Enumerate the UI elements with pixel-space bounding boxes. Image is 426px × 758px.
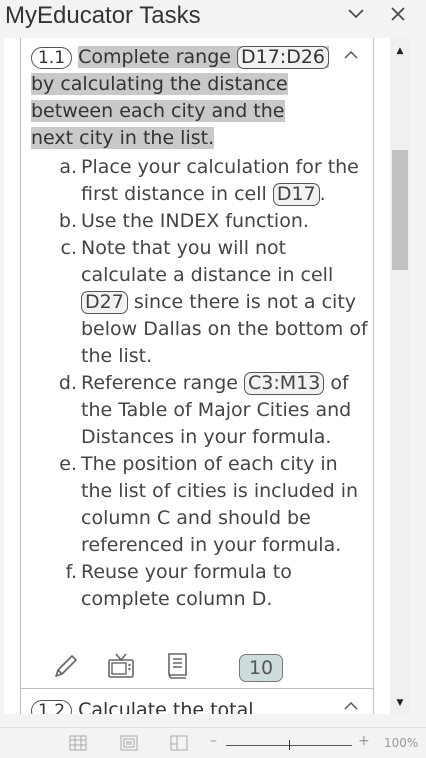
task-actions: 10: [49, 650, 369, 686]
chevron-up-icon[interactable]: [343, 48, 359, 64]
zoom-in-button[interactable]: +: [358, 733, 370, 749]
page-break-view-icon[interactable]: [170, 735, 188, 751]
step-item: f. Reuse your formula to complete column…: [65, 561, 292, 610]
step-item: a. Place your calculation for the first …: [59, 156, 359, 206]
heading-text: Calculate the total: [78, 699, 254, 714]
zoom-slider-handle[interactable]: [289, 740, 290, 750]
points-badge: 10: [239, 654, 283, 682]
book-icon[interactable]: [161, 650, 193, 682]
scroll-up-arrow-icon[interactable]: ▲: [390, 42, 410, 60]
step-item: e. The position of each city in the list…: [59, 453, 359, 556]
heading-text-post: by calculating the distance between each…: [31, 73, 288, 149]
status-bar: – + 100%: [0, 727, 426, 758]
zoom-level[interactable]: 100%: [384, 736, 418, 750]
task-heading: 1.1 Complete range D17:D26 by calculatin…: [31, 44, 331, 152]
task-steps-list: a. Place your calculation for the first …: [51, 154, 371, 613]
scroll-down-arrow-icon[interactable]: ▼: [390, 694, 410, 712]
step-item: b. Use the INDEX function.: [58, 210, 309, 232]
chevron-up-icon[interactable]: [343, 699, 359, 714]
title-bar: MyEducator Tasks: [0, 0, 426, 36]
task-card-1-2[interactable]: 1.2 Calculate the total: [20, 688, 374, 714]
task-heading: 1.2 Calculate the total: [31, 697, 254, 714]
task-number-badge: 1.2: [31, 700, 73, 714]
step-item: d. Reference range C3:M13 of the Table o…: [58, 372, 352, 448]
cell-ref: C3:M13: [244, 372, 325, 395]
app-title: MyEducator Tasks: [5, 2, 201, 29]
chevron-down-icon[interactable]: [344, 2, 368, 26]
page-layout-view-icon[interactable]: [120, 735, 138, 751]
zoom-out-button[interactable]: –: [210, 733, 217, 749]
task-number-badge: 1.1: [31, 47, 73, 69]
normal-view-icon[interactable]: [69, 735, 87, 751]
cell-ref: D27: [81, 291, 128, 314]
vertical-scrollbar[interactable]: ▲ ▼: [390, 38, 410, 714]
heading-text-pre: Complete range: [78, 46, 237, 68]
tasks-pane[interactable]: 1.1 Complete range D17:D26 by calculatin…: [4, 38, 390, 714]
cell-ref: D17: [272, 183, 320, 206]
pencil-icon[interactable]: [49, 650, 81, 682]
step-item: c. Note that you will not calculate a di…: [60, 237, 368, 367]
task-card-1-1: 1.1 Complete range D17:D26 by calculatin…: [20, 38, 374, 689]
scroll-thumb[interactable]: [392, 150, 408, 270]
range-ref: D17:D26: [237, 46, 330, 69]
close-icon[interactable]: [386, 2, 410, 26]
tv-icon[interactable]: [105, 650, 137, 682]
